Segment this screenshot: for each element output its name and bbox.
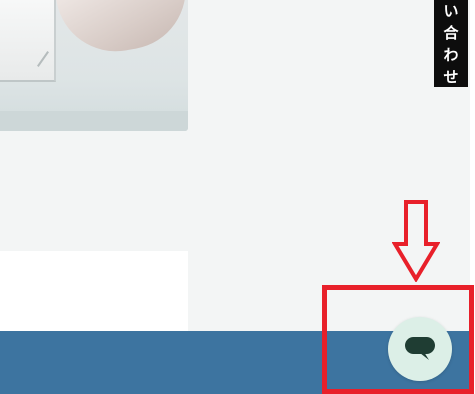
content-card <box>0 251 188 331</box>
laptop-illustration <box>0 0 56 82</box>
chat-bubble-icon <box>405 337 435 360</box>
hero-image <box>0 0 188 131</box>
chat-button[interactable] <box>388 317 452 381</box>
contact-tab-char: わ <box>443 46 459 64</box>
contact-tab-char: い <box>443 2 459 20</box>
down-arrow-icon <box>392 200 440 282</box>
contact-tab[interactable]: い 合 わ せ <box>434 0 468 87</box>
contact-tab-char: せ <box>443 68 459 86</box>
hero-floor <box>0 111 188 131</box>
hand-illustration <box>54 0 188 61</box>
contact-tab-char: 合 <box>443 24 459 42</box>
